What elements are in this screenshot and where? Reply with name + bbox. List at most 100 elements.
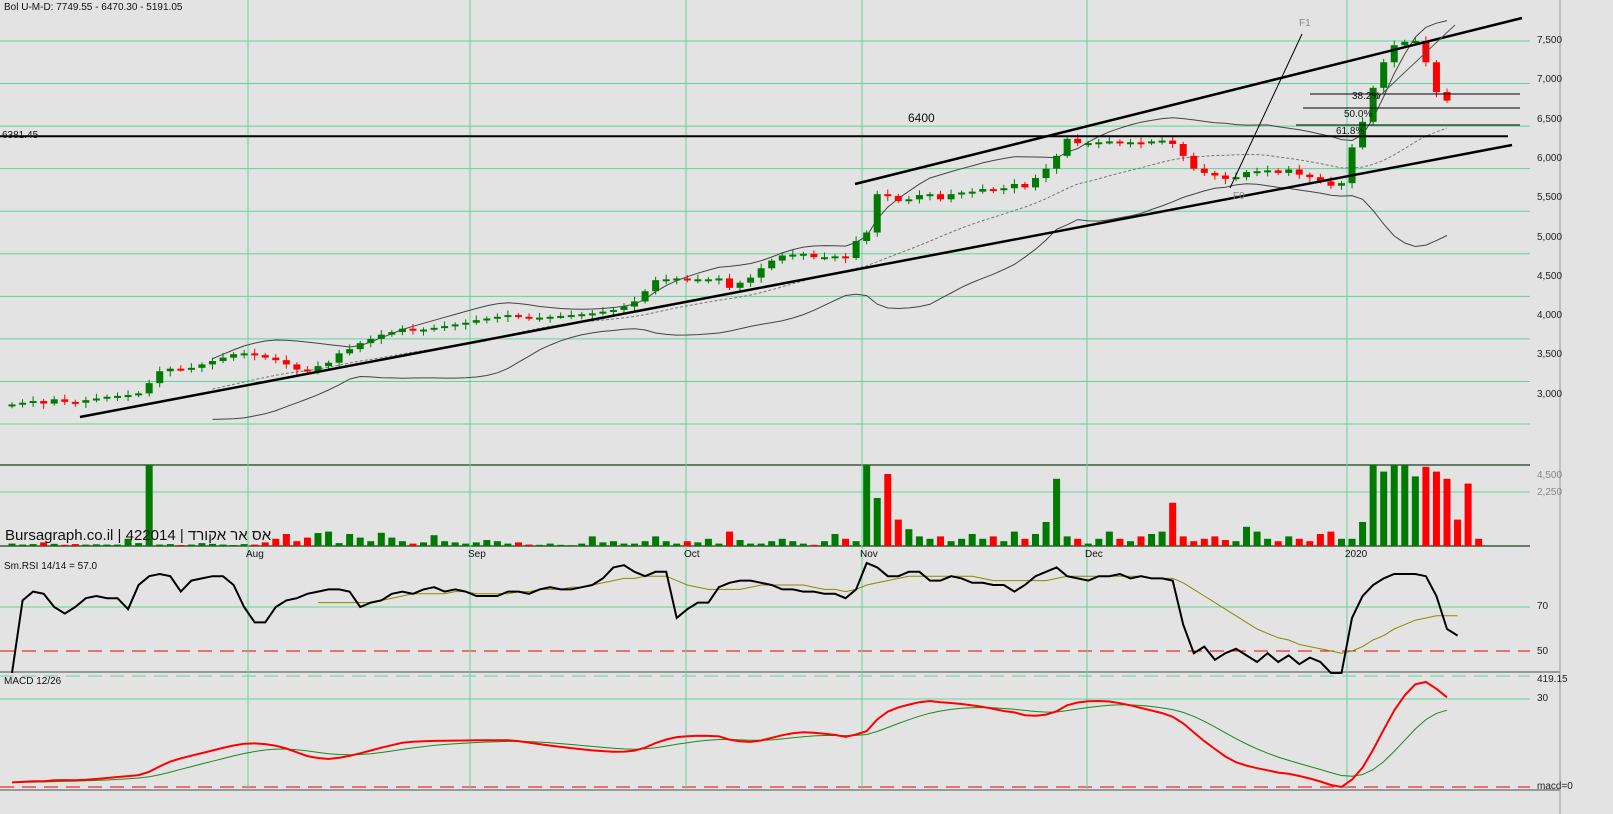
volume-bar <box>831 534 839 546</box>
volume-bar <box>1454 519 1462 546</box>
volume-bar <box>546 543 554 546</box>
volume-bar <box>230 545 238 546</box>
volume-bar <box>1432 471 1440 546</box>
volume-bar <box>272 538 280 546</box>
candle-body <box>398 328 406 333</box>
candle-body <box>894 195 902 202</box>
volume-bar <box>926 538 934 546</box>
candle-body <box>483 318 491 321</box>
candle-body <box>968 191 976 194</box>
volume-bar <box>251 544 259 546</box>
candle-body <box>1306 174 1314 178</box>
candle-body <box>1148 141 1156 144</box>
candle-body <box>1232 177 1240 180</box>
candle-body <box>261 355 269 358</box>
price-axis-label: 4,500 <box>1537 270 1563 282</box>
volume-bar <box>1327 531 1335 546</box>
candle-body <box>40 401 48 404</box>
volume-bar <box>208 543 216 546</box>
price-axis-label: 5,500 <box>1537 192 1563 204</box>
candle-body <box>1337 183 1345 186</box>
volume-bar <box>156 544 164 546</box>
price-axis-label: 5,000 <box>1537 231 1563 243</box>
candle-body <box>789 254 797 257</box>
candle-body <box>1295 169 1303 175</box>
price-axis-label: 7,000 <box>1537 74 1563 86</box>
volume-bar <box>599 542 607 546</box>
volume-bar <box>726 531 733 546</box>
month-label: Dec <box>1085 549 1103 560</box>
fib-50-label: 50.0% <box>1344 109 1373 120</box>
candle-body <box>620 306 628 310</box>
candle-body <box>1169 140 1177 144</box>
candle-body <box>1053 155 1061 169</box>
candle-body <box>1243 172 1251 178</box>
volume-bar <box>1042 522 1050 546</box>
volume-bar <box>557 544 565 546</box>
volume-bar <box>736 540 744 546</box>
volume-bar <box>1464 483 1472 546</box>
volume-bar <box>61 544 69 546</box>
volume-bar <box>71 544 79 546</box>
volume-bar <box>1243 526 1251 546</box>
volume-bar <box>620 543 628 546</box>
candle-body <box>1095 142 1103 145</box>
volume-bar <box>1264 538 1272 546</box>
volume-bar <box>1169 502 1177 546</box>
candle-body <box>842 256 850 259</box>
volume-bar <box>588 536 596 546</box>
rsi-label: Sm.RSI 14/14 = 57.0 <box>4 561 98 572</box>
candle-body <box>1200 168 1208 173</box>
candle-body <box>873 194 881 233</box>
candle-body <box>979 189 987 192</box>
candle-body <box>525 316 533 319</box>
candle-body <box>683 278 691 281</box>
volume-bar <box>1253 531 1261 546</box>
volume-bar <box>1126 541 1134 546</box>
rsi-axis-label: 50 <box>1537 646 1549 657</box>
volume-bar <box>1010 531 1018 546</box>
volume-bar <box>1031 534 1039 546</box>
candle-body <box>778 255 786 261</box>
macd-axis-label: 419.15 <box>1537 674 1568 685</box>
volume-axis-label: 4,500 <box>1537 470 1563 481</box>
candle-body <box>958 192 966 195</box>
volume-bar <box>325 531 333 546</box>
candle-body <box>578 314 586 317</box>
volume-bar <box>377 532 385 546</box>
volume-bar <box>567 545 575 546</box>
volume-bar <box>1359 522 1367 546</box>
volume-bar <box>1411 476 1419 546</box>
volume-bar <box>1179 536 1187 546</box>
volume-bar <box>1158 531 1166 546</box>
volume-bar <box>958 538 966 546</box>
macd-axis-label: macd=0 <box>1537 781 1573 792</box>
candle-body <box>462 322 470 325</box>
candle-body <box>715 278 723 281</box>
candle-body <box>346 349 354 354</box>
candle-body <box>219 357 227 362</box>
fib-f0-label: F0 <box>1233 191 1245 202</box>
candle-body <box>135 393 143 396</box>
candle-body <box>61 399 69 402</box>
volume-bar <box>715 543 723 546</box>
volume-bar <box>314 533 322 546</box>
volume-bar <box>483 540 491 546</box>
volume-bar <box>1021 538 1029 546</box>
volume-bar <box>493 541 501 546</box>
candle-body <box>1348 147 1356 184</box>
volume-bar <box>303 537 311 546</box>
volume-bar <box>652 536 660 546</box>
volume-bar <box>1316 534 1324 546</box>
candle-body <box>230 354 238 358</box>
candle-body <box>588 313 596 316</box>
candle-body <box>240 353 248 356</box>
candle-body <box>367 338 375 344</box>
month-label: Sep <box>468 549 486 560</box>
candle-body <box>1211 172 1219 176</box>
candle-body <box>1264 170 1272 173</box>
candle-body <box>863 232 871 242</box>
candle-body <box>124 395 132 398</box>
candle-body <box>50 399 58 404</box>
volume-bar <box>420 542 428 546</box>
